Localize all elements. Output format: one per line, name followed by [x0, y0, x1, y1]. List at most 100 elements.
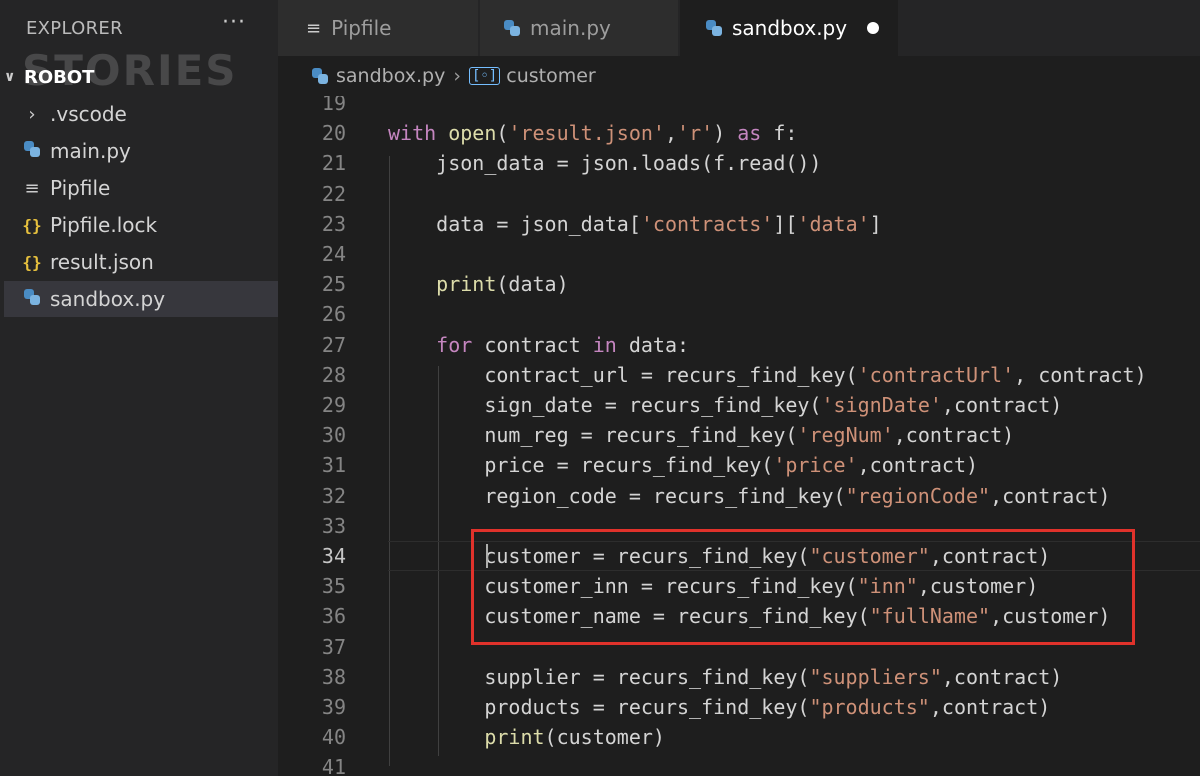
- chevron-right-icon: ›: [453, 65, 461, 87]
- code-token: ,contract): [941, 664, 1063, 689]
- code-token: ,contract): [893, 423, 1015, 448]
- code-token: data = json_data[: [388, 211, 641, 236]
- tab-label: main.py: [530, 16, 611, 40]
- tree-item-label: Pipfile.lock: [50, 213, 158, 237]
- more-actions-icon[interactable]: ···: [222, 10, 246, 35]
- code-token: "fullName": [869, 604, 991, 629]
- tree-item-main-py[interactable]: main.py: [4, 133, 278, 169]
- code-token: customer = recurs_find_key(: [388, 544, 810, 568]
- code-line[interactable]: 26: [278, 299, 1200, 329]
- code-line[interactable]: 31 price = recurs_find_key('price',contr…: [278, 450, 1200, 480]
- code-line[interactable]: 20 with open('result.json','r') as f:: [278, 118, 1200, 148]
- code-token: 'regNum': [797, 423, 894, 448]
- code-line[interactable]: 23 data = json_data['contracts']['data']: [278, 209, 1200, 239]
- tab-pipfile[interactable]: ≡ Pipfile: [278, 0, 478, 56]
- code-token: sign_date = recurs_find_key(: [388, 393, 822, 417]
- code-line[interactable]: 33: [278, 511, 1200, 541]
- breadcrumb-file[interactable]: sandbox.py: [312, 65, 445, 87]
- code-line[interactable]: 37: [278, 632, 1200, 662]
- code-line[interactable]: 38 supplier = recurs_find_key("suppliers…: [278, 662, 1200, 692]
- json-braces-icon: {}: [22, 215, 42, 235]
- file-lines-icon: ≡: [24, 177, 40, 199]
- line-number: 39: [321, 695, 346, 719]
- tree-item-pipfile[interactable]: ≡ Pipfile: [4, 170, 278, 206]
- code-line[interactable]: 36 customer_name = recurs_find_key("full…: [278, 601, 1200, 631]
- line-number: 35: [321, 574, 346, 599]
- tab-main-py[interactable]: main.py: [480, 0, 678, 56]
- code-token: "inn": [857, 574, 918, 599]
- line-number: 26: [321, 302, 346, 327]
- code-line[interactable]: 27 for contract in data:: [278, 330, 1200, 360]
- variable-icon: [◦]: [468, 67, 501, 85]
- code-line[interactable]: 28 contract_url = recurs_find_key('contr…: [278, 360, 1200, 390]
- code-token: print: [388, 725, 545, 750]
- code-token: 'contractUrl': [857, 362, 1015, 387]
- code-line[interactable]: 29 sign_date = recurs_find_key('signDate…: [278, 390, 1200, 420]
- line-code: data = json_data['contracts']['data']: [388, 209, 882, 239]
- line-code: price = recurs_find_key('price',contract…: [388, 450, 978, 480]
- line-number: 34: [321, 544, 346, 568]
- code-token: , contract): [1014, 362, 1147, 387]
- code-token: price = recurs_find_key(: [388, 453, 774, 478]
- python-icon: [706, 20, 722, 36]
- line-number: 27: [321, 332, 346, 357]
- json-braces-icon: {}: [22, 252, 42, 272]
- code-line[interactable]: 30 num_reg = recurs_find_key('regNum',co…: [278, 420, 1200, 450]
- code-line[interactable]: 21 json_data = json.loads(f.read()): [278, 148, 1200, 178]
- chevron-right-icon: ›: [28, 103, 36, 125]
- line-code: customer_inn = recurs_find_key("inn",cus…: [388, 571, 1038, 601]
- code-token: ,contract): [990, 483, 1111, 508]
- python-icon: [18, 141, 46, 161]
- line-code: products = recurs_find_key("products",co…: [388, 692, 1050, 722]
- code-token: 'signDate': [821, 393, 942, 417]
- project-folder-label: ROBOT: [24, 66, 95, 88]
- code-line[interactable]: 25 print(data): [278, 269, 1200, 299]
- project-folder-robot[interactable]: ∨ ROBOT: [4, 64, 94, 90]
- tree-item-sandbox-py[interactable]: sandbox.py: [4, 281, 278, 317]
- breadcrumb: sandbox.py › [◦] customer: [278, 56, 1200, 96]
- code-token: 'r': [677, 121, 714, 146]
- tree-item-vscode[interactable]: › .vscode: [4, 96, 278, 132]
- line-number: 23: [321, 211, 346, 236]
- code-token: print: [388, 272, 497, 297]
- code-editor[interactable]: 19 20 with open('result.json','r') as f: 21…: [278, 96, 1200, 776]
- code-line[interactable]: 35 customer_inn = recurs_find_key("inn",…: [278, 571, 1200, 601]
- code-token: open: [448, 121, 497, 146]
- line-code: num_reg = recurs_find_key('regNum',contr…: [388, 420, 1014, 450]
- code-line[interactable]: 32 region_code = recurs_find_key("region…: [278, 481, 1200, 511]
- line-number: 25: [321, 272, 346, 297]
- tab-sandbox-py[interactable]: sandbox.py: [680, 0, 898, 56]
- line-code: print(data): [388, 269, 568, 299]
- text-cursor: [486, 544, 488, 568]
- code-token: ,contract): [941, 393, 1063, 417]
- tree-item-pipfile-lock[interactable]: {} Pipfile.lock: [4, 207, 278, 243]
- code-line[interactable]: 40 print(customer): [278, 722, 1200, 752]
- code-token: ,contract): [857, 453, 979, 478]
- line-number: 32: [321, 483, 346, 508]
- code-token: ]: [869, 211, 882, 236]
- unsaved-dot-icon[interactable]: [867, 22, 880, 34]
- code-token: for: [388, 332, 473, 357]
- explorer-sidebar: EXPLORER ··· STORIES ∨ ROBOT › .vscode m…: [0, 0, 278, 776]
- line-number: 41: [321, 755, 346, 776]
- line-number: 19: [321, 96, 346, 115]
- code-line[interactable]: 22: [278, 179, 1200, 209]
- line-number: 33: [321, 513, 346, 538]
- tree-item-result-json[interactable]: {} result.json: [4, 244, 278, 280]
- code-token: "products": [809, 695, 930, 719]
- explorer-header: EXPLORER: [26, 18, 123, 39]
- code-token: with: [388, 121, 449, 146]
- code-line[interactable]: 39 products = recurs_find_key("products"…: [278, 692, 1200, 722]
- code-token: ][: [773, 211, 798, 236]
- code-line[interactable]: 19: [278, 96, 1200, 118]
- code-line[interactable]: 24: [278, 239, 1200, 269]
- code-line[interactable]: 41: [278, 752, 1200, 776]
- tree-item-label: main.py: [50, 139, 131, 163]
- code-token: contract: [472, 332, 593, 357]
- code-token: data:: [616, 332, 690, 357]
- code-token: in: [592, 332, 617, 357]
- code-line[interactable]: 34 customer = recurs_find_key("customer"…: [278, 541, 1200, 571]
- breadcrumb-symbol[interactable]: [◦] customer: [468, 65, 596, 87]
- line-code: print(customer): [388, 722, 665, 752]
- tree-item-label: Pipfile: [50, 176, 111, 200]
